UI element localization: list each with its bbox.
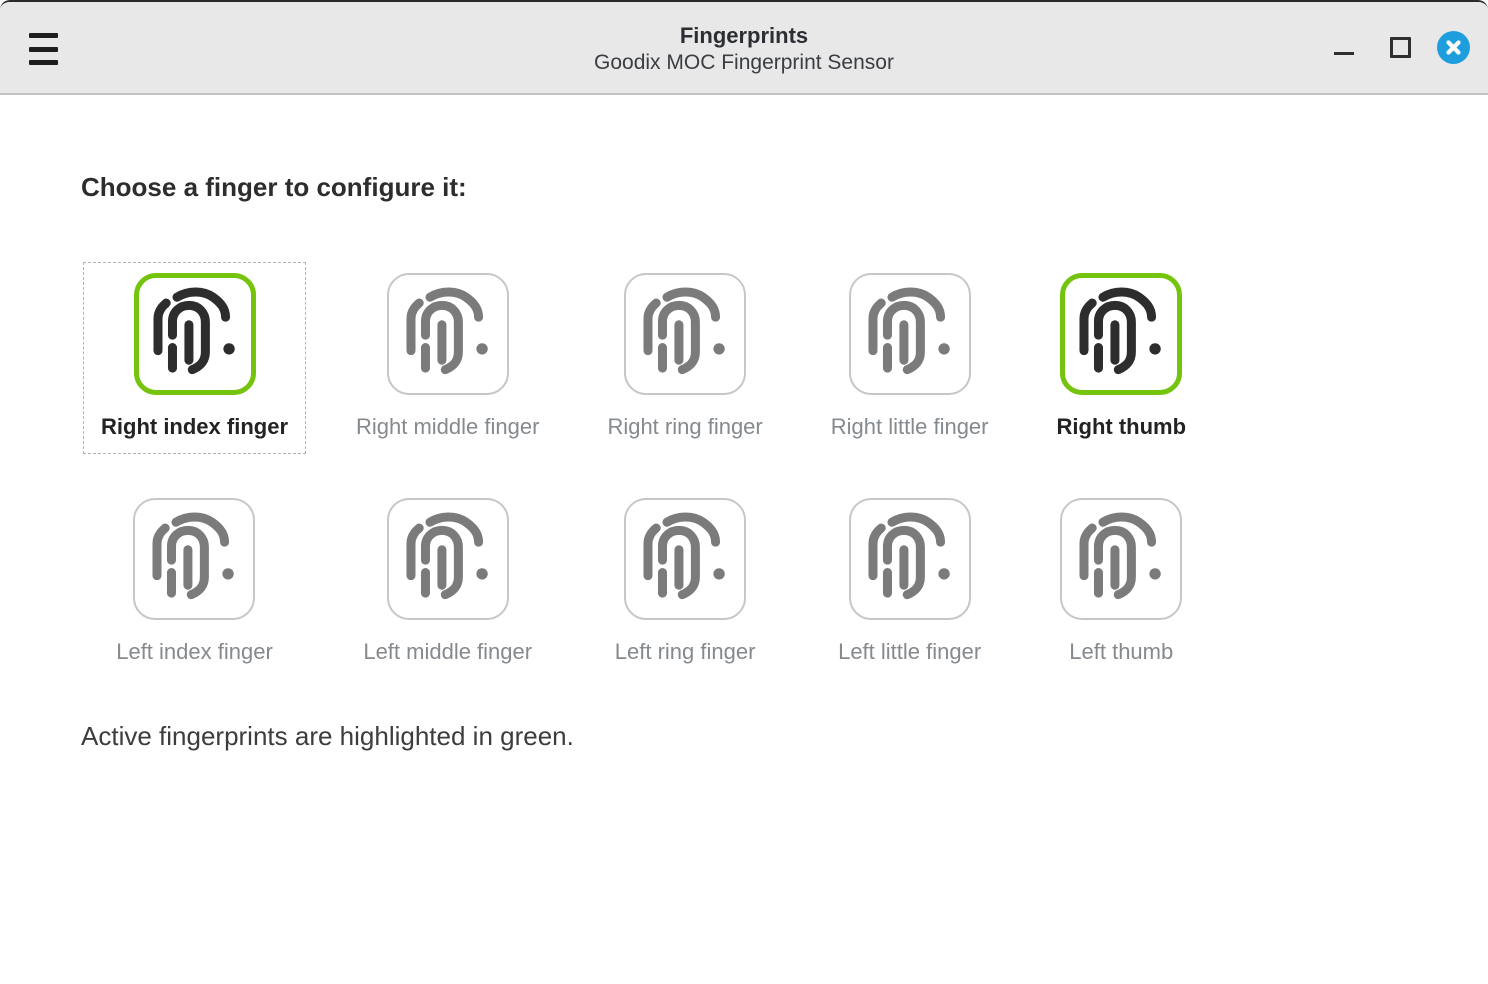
fingerprint-icon bbox=[849, 498, 971, 620]
finger-label: Left ring finger bbox=[615, 637, 756, 666]
hamburger-menu-icon[interactable] bbox=[29, 33, 59, 65]
finger-tile-right-thumb[interactable]: Right thumb bbox=[1039, 262, 1205, 454]
fingerprint-icon bbox=[133, 498, 255, 620]
fingerprint-icon bbox=[134, 273, 256, 395]
fingerprint-icon bbox=[849, 273, 971, 395]
window-title: Fingerprints bbox=[0, 22, 1488, 50]
fingerprint-icon bbox=[1060, 273, 1182, 395]
minimize-icon bbox=[1334, 52, 1354, 55]
finger-tile-left-ring-finger[interactable]: Left ring finger bbox=[597, 487, 774, 679]
page-title: Choose a finger to configure it: bbox=[81, 172, 1488, 203]
menu-bar bbox=[29, 47, 58, 52]
minimize-button[interactable] bbox=[1334, 31, 1354, 64]
window-controls bbox=[1334, 2, 1470, 93]
fingerprint-icon bbox=[1060, 498, 1182, 620]
finger-label: Left index finger bbox=[116, 637, 273, 666]
finger-tile-right-little-finger[interactable]: Right little finger bbox=[813, 262, 1007, 454]
fingerprint-icon bbox=[387, 273, 509, 395]
content-area: Choose a finger to configure it: Right i… bbox=[0, 172, 1488, 752]
finger-label: Left little finger bbox=[838, 637, 981, 666]
finger-tile-right-index-finger[interactable]: Right index finger bbox=[83, 262, 306, 454]
finger-label: Right little finger bbox=[831, 412, 989, 441]
title-block: Fingerprints Goodix MOC Fingerprint Sens… bbox=[0, 2, 1488, 93]
finger-tile-left-middle-finger[interactable]: Left middle finger bbox=[345, 487, 550, 679]
finger-tile-left-little-finger[interactable]: Left little finger bbox=[820, 487, 999, 679]
fingerprint-icon bbox=[387, 498, 509, 620]
close-icon bbox=[1446, 40, 1461, 55]
finger-tile-right-middle-finger[interactable]: Right middle finger bbox=[338, 262, 557, 454]
maximize-icon bbox=[1390, 37, 1411, 58]
titlebar: Fingerprints Goodix MOC Fingerprint Sens… bbox=[0, 2, 1488, 95]
finger-label: Left middle finger bbox=[363, 637, 532, 666]
window-subtitle: Goodix MOC Fingerprint Sensor bbox=[0, 50, 1488, 76]
finger-tile-left-index-finger[interactable]: Left index finger bbox=[98, 487, 291, 679]
finger-tile-left-thumb[interactable]: Left thumb bbox=[1042, 487, 1200, 679]
finger-label: Right index finger bbox=[101, 412, 288, 441]
close-button[interactable] bbox=[1437, 31, 1470, 64]
footer-note: Active fingerprints are highlighted in g… bbox=[81, 721, 1488, 752]
maximize-button[interactable] bbox=[1389, 37, 1411, 59]
menu-bar bbox=[29, 33, 58, 38]
finger-label: Left thumb bbox=[1069, 637, 1173, 666]
finger-tile-right-ring-finger[interactable]: Right ring finger bbox=[589, 262, 780, 454]
finger-label: Right middle finger bbox=[356, 412, 539, 441]
finger-label: Right thumb bbox=[1057, 412, 1187, 441]
finger-label: Right ring finger bbox=[607, 412, 762, 441]
finger-grid: Right index finger Right middle finger bbox=[83, 262, 1488, 679]
menu-bar bbox=[29, 60, 58, 65]
app-window: Fingerprints Goodix MOC Fingerprint Sens… bbox=[0, 0, 1488, 984]
fingerprint-icon bbox=[624, 498, 746, 620]
fingerprint-icon bbox=[624, 273, 746, 395]
